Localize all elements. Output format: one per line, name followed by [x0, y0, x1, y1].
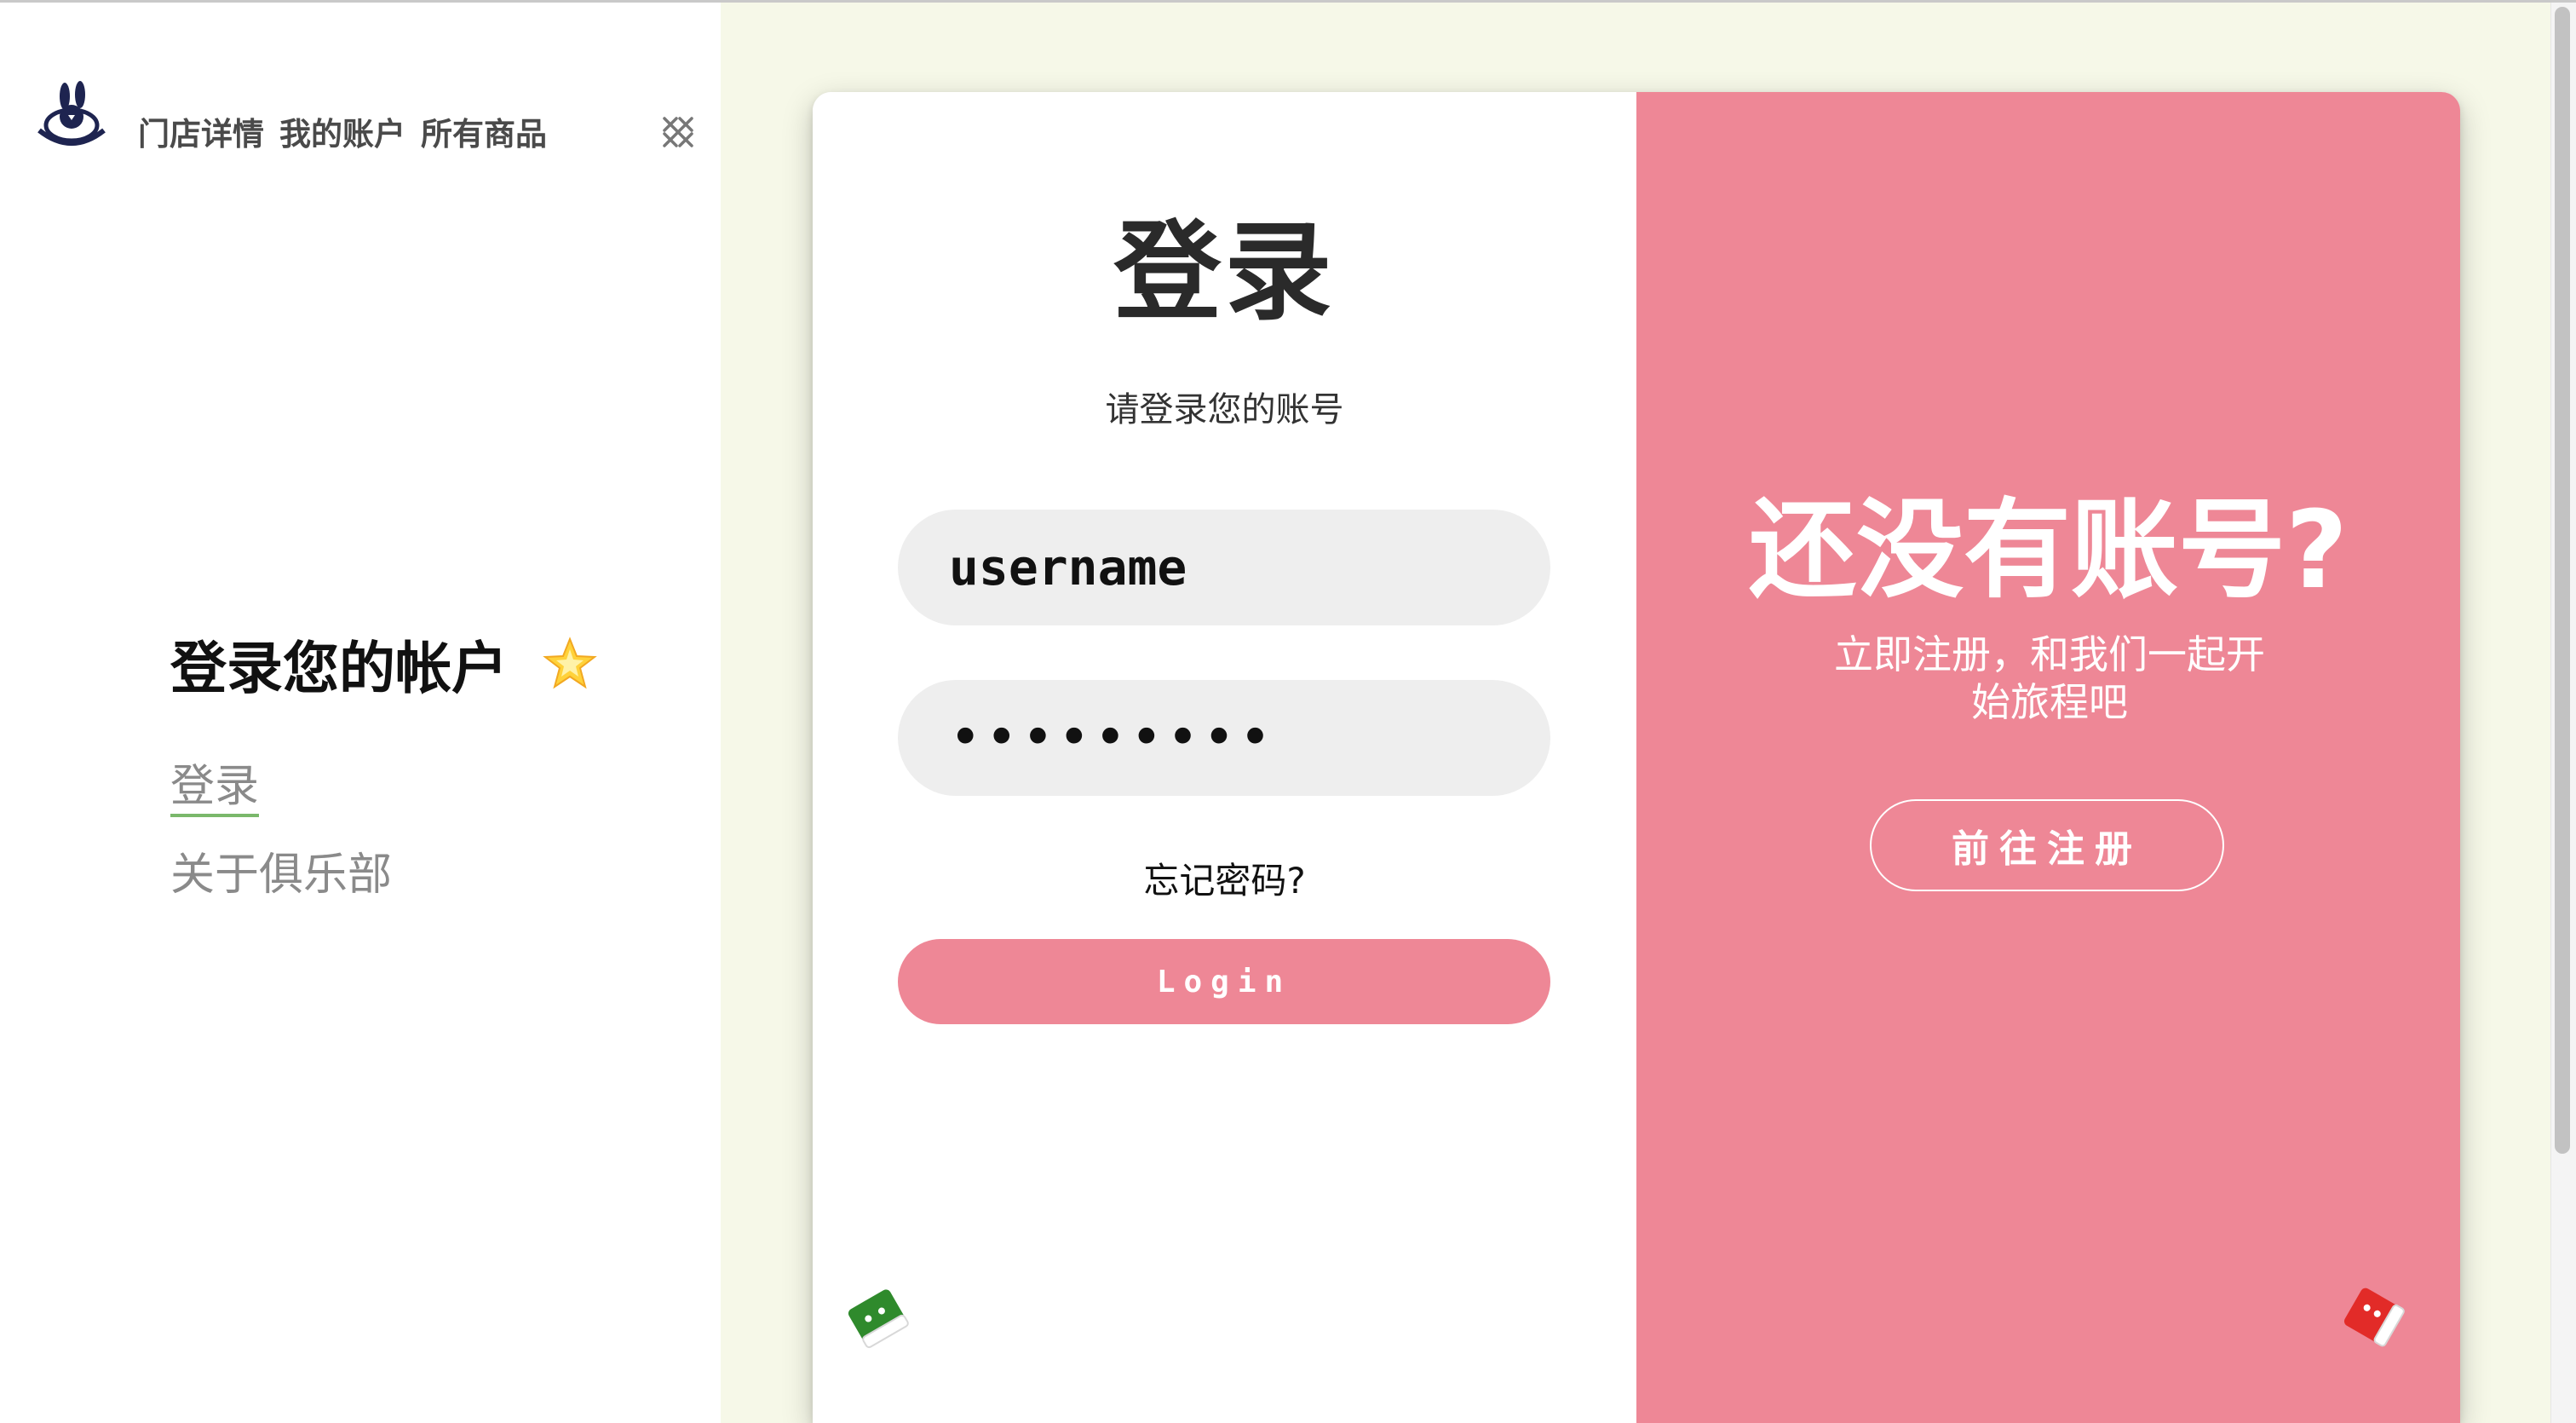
red-robot-icon	[2343, 1288, 2405, 1347]
rabbit-logo[interactable]	[31, 81, 112, 154]
login-subtitle: 请登录您的账号	[1105, 390, 1344, 429]
forgot-password-link[interactable]: 忘记密码?	[813, 852, 1636, 904]
password-input[interactable]	[898, 680, 1550, 796]
star-icon	[543, 637, 597, 689]
register-title: 还没有账号?	[1748, 487, 2349, 613]
account-heading: 登录您的帐户	[170, 623, 598, 705]
account-title: 登录您的帐户	[170, 636, 508, 701]
side-menu: 登录 关于俱乐部	[170, 759, 392, 906]
login-panel: 登录 请登录您的账号 忘记密码? Login	[813, 92, 1636, 1423]
top-nav: 门店详情 我的账户 所有商品	[138, 110, 547, 153]
register-text: 立即注册，和我们一起开始旅程吧	[1834, 631, 2265, 725]
nav-store-details[interactable]: 门店详情	[138, 108, 264, 154]
login-title: 登录	[1113, 210, 1336, 335]
close-icon[interactable]	[658, 112, 699, 153]
nav-all-products[interactable]: 所有商品	[421, 108, 547, 154]
register-panel: 还没有账号? 立即注册，和我们一起开始旅程吧 前往注册	[1636, 92, 2460, 1423]
green-robot-icon	[848, 1289, 909, 1349]
side-menu-about-club[interactable]: 关于俱乐部	[170, 844, 392, 906]
scrollbar-thumb[interactable]	[2555, 7, 2570, 1154]
login-button[interactable]: Login	[898, 939, 1550, 1024]
username-input[interactable]	[898, 510, 1550, 625]
register-button[interactable]: 前往注册	[1870, 799, 2224, 891]
auth-card: 登录 请登录您的账号 忘记密码? Login 还没有账号? 立即注册，和我们一起…	[813, 92, 2460, 1423]
side-menu-login[interactable]: 登录	[170, 759, 260, 817]
sidebar: 门店详情 我的账户 所有商品 登录您的帐户 登录 关于俱乐部	[0, 3, 721, 1423]
nav-my-account[interactable]: 我的账户	[279, 108, 405, 154]
